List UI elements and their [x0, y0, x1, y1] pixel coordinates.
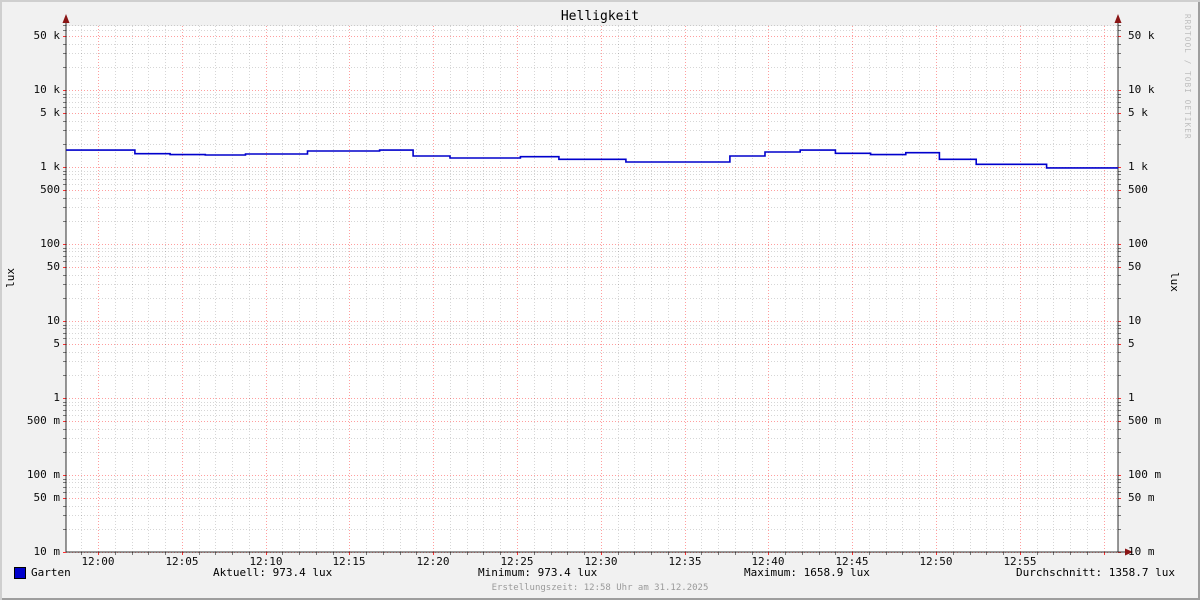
y-tick-label-right: 5 — [1128, 337, 1135, 350]
y-tick-label-right: 500 — [1128, 183, 1148, 196]
y-tick-label-right: 50 m — [1128, 491, 1155, 504]
y-tick-label-right: 10 m — [1128, 545, 1155, 558]
y-tick-label-left: 50 k — [33, 29, 61, 42]
y-tick-label-left: 5 — [53, 337, 60, 350]
series-label: Garten — [31, 566, 71, 579]
creation-timestamp: Erstellungszeit: 12:58 Uhr am 31.12.2025 — [491, 583, 709, 593]
y-tick-label-right: 50 k — [1128, 29, 1155, 42]
series-color-swatch — [14, 567, 26, 579]
y-axis-label-left: lux — [4, 268, 17, 288]
rrdtool-graph: Helligkeit 12:00 12:05 12:10 12:15 12:20 12:2… — [0, 0, 1200, 600]
y-tick-label-right: 1 — [1128, 391, 1135, 404]
legend: Garten Aktuell: 973.4 lux Minimum: 973.4… — [0, 566, 1200, 580]
y-axis-arrow-left — [62, 14, 70, 23]
stat-maximum: Maximum: 1658.9 lux — [744, 566, 870, 579]
y-tick-label-left: 10 — [46, 314, 60, 327]
stat-durchschnitt: Durchschnitt: 1358.7 lux — [1016, 566, 1175, 579]
y-tick-label-left: 10 k — [33, 83, 61, 96]
stat-aktuell: Aktuell: 973.4 lux — [213, 566, 333, 579]
y-tick-label-left: 500 m — [26, 414, 60, 427]
y-tick-label-left: 50 m — [33, 491, 61, 504]
y-tick-label-right: 5 k — [1128, 106, 1148, 119]
y-tick-label-left: 5 k — [40, 106, 60, 119]
y-axis-arrow-right — [1114, 14, 1122, 23]
stat-minimum: Minimum: 973.4 lux — [478, 566, 598, 579]
rrdtool-watermark: RRDTOOL / TOBI OETIKER — [1183, 14, 1192, 140]
plot-area — [62, 14, 1133, 556]
y-tick-label-left: 1 — [53, 391, 60, 404]
y-tick-label-right: 500 m — [1128, 414, 1162, 427]
y-tick-label-right: 100 — [1128, 237, 1148, 250]
y-tick-label-left: 1 k — [40, 160, 60, 173]
y-tick-label-left: 100 — [40, 237, 60, 250]
y-axis-label-right: lux — [1168, 272, 1181, 292]
y-tick-label-right: 1 k — [1128, 160, 1148, 173]
y-tick-label-left: 100 m — [26, 468, 60, 481]
y-tick-label-left: 10 m — [33, 545, 61, 558]
y-tick-label-right: 100 m — [1128, 468, 1162, 481]
y-tick-label-right: 10 — [1128, 314, 1142, 327]
y-tick-label-right: 10 k — [1128, 83, 1155, 96]
plot-canvas — [66, 26, 1118, 552]
y-tick-label-left: 500 — [40, 183, 60, 196]
